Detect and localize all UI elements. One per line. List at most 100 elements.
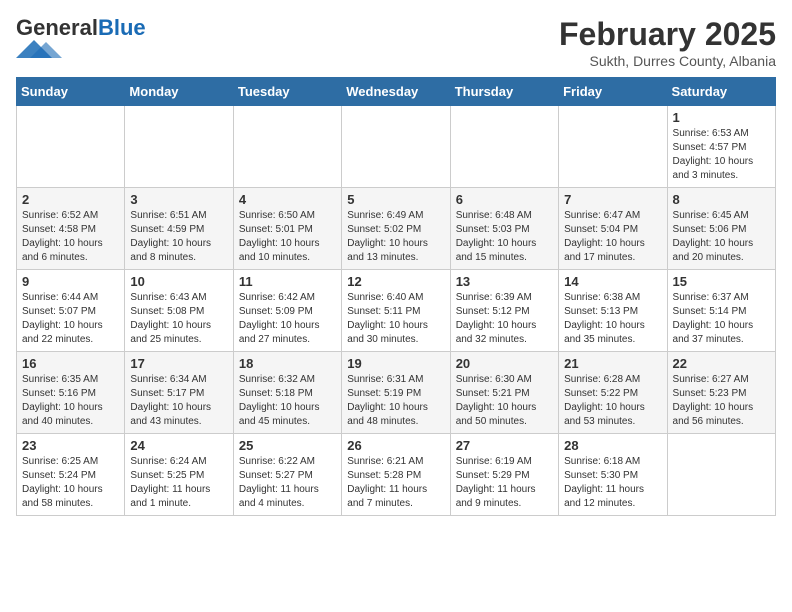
- calendar-cell: 12 Sunrise: 6:40 AM Sunset: 5:11 PM Dayli…: [342, 270, 450, 352]
- day-number: 12: [347, 274, 444, 289]
- day-header-thursday: Thursday: [450, 78, 558, 106]
- day-info: Sunrise: 6:27 AM Sunset: 5:23 PM Dayligh…: [673, 373, 770, 429]
- day-info: Sunrise: 6:21 AM Sunset: 5:28 PM Dayligh…: [347, 455, 444, 511]
- day-info: Sunrise: 6:22 AM Sunset: 5:27 PM Dayligh…: [239, 455, 336, 511]
- calendar-cell: 17 Sunrise: 6:34 AM Sunset: 5:17 PM Dayli…: [125, 352, 233, 434]
- day-number: 23: [22, 438, 119, 453]
- day-info: Sunrise: 6:28 AM Sunset: 5:22 PM Dayligh…: [564, 373, 661, 429]
- calendar-cell: 13Sunrise: 6:39 AM Sunset: 5:12 PM Dayli…: [450, 270, 558, 352]
- calendar-cell: 24 Sunrise: 6:24 AM Sunset: 5:25 PM Dayli…: [125, 434, 233, 516]
- day-header-friday: Friday: [559, 78, 667, 106]
- calendar-cell: [342, 106, 450, 188]
- day-info: Sunrise: 6:35 AM Sunset: 5:16 PM Dayligh…: [22, 373, 119, 429]
- day-number: 20: [456, 356, 553, 371]
- day-number: 28: [564, 438, 661, 453]
- day-info: Sunrise: 6:48 AM Sunset: 5:03 PM Dayligh…: [456, 209, 553, 265]
- day-number: 4: [239, 192, 336, 207]
- calendar-table: SundayMondayTuesdayWednesdayThursdayFrid…: [16, 77, 776, 516]
- calendar-cell: 20Sunrise: 6:30 AM Sunset: 5:21 PM Dayli…: [450, 352, 558, 434]
- calendar-week-row: 2 Sunrise: 6:52 AM Sunset: 4:58 PM Daylig…: [17, 188, 776, 270]
- calendar-cell: 11 Sunrise: 6:42 AM Sunset: 5:09 PM Dayli…: [233, 270, 341, 352]
- calendar-week-row: 23 Sunrise: 6:25 AM Sunset: 5:24 PM Dayli…: [17, 434, 776, 516]
- calendar-week-row: 1Sunrise: 6:53 AM Sunset: 4:57 PM Daylig…: [17, 106, 776, 188]
- day-number: 19: [347, 356, 444, 371]
- day-number: 27: [456, 438, 553, 453]
- day-number: 2: [22, 192, 119, 207]
- day-number: 7: [564, 192, 661, 207]
- calendar-cell: 6 Sunrise: 6:48 AM Sunset: 5:03 PM Daylig…: [450, 188, 558, 270]
- logo-icon: [16, 40, 86, 58]
- day-info: Sunrise: 6:34 AM Sunset: 5:17 PM Dayligh…: [130, 373, 227, 429]
- calendar-cell: [125, 106, 233, 188]
- calendar-cell: 16 Sunrise: 6:35 AM Sunset: 5:16 PM Dayli…: [17, 352, 125, 434]
- day-info: Sunrise: 6:25 AM Sunset: 5:24 PM Dayligh…: [22, 455, 119, 511]
- day-info: Sunrise: 6:32 AM Sunset: 5:18 PM Dayligh…: [239, 373, 336, 429]
- calendar-cell: [667, 434, 775, 516]
- day-number: 10: [130, 274, 227, 289]
- day-number: 13: [456, 274, 553, 289]
- day-number: 8: [673, 192, 770, 207]
- calendar-cell: 5 Sunrise: 6:49 AM Sunset: 5:02 PM Daylig…: [342, 188, 450, 270]
- day-info: Sunrise: 6:18 AM Sunset: 5:30 PM Dayligh…: [564, 455, 661, 511]
- calendar-cell: 2 Sunrise: 6:52 AM Sunset: 4:58 PM Daylig…: [17, 188, 125, 270]
- day-info: Sunrise: 6:38 AM Sunset: 5:13 PM Dayligh…: [564, 291, 661, 347]
- day-number: 24: [130, 438, 227, 453]
- calendar-cell: [450, 106, 558, 188]
- calendar-cell: 19 Sunrise: 6:31 AM Sunset: 5:19 PM Dayli…: [342, 352, 450, 434]
- day-info: Sunrise: 6:44 AM Sunset: 5:07 PM Dayligh…: [22, 291, 119, 347]
- calendar-cell: 25 Sunrise: 6:22 AM Sunset: 5:27 PM Dayli…: [233, 434, 341, 516]
- calendar-week-row: 9Sunrise: 6:44 AM Sunset: 5:07 PM Daylig…: [17, 270, 776, 352]
- day-number: 26: [347, 438, 444, 453]
- day-number: 14: [564, 274, 661, 289]
- calendar-cell: [17, 106, 125, 188]
- day-number: 17: [130, 356, 227, 371]
- day-number: 22: [673, 356, 770, 371]
- day-info: Sunrise: 6:24 AM Sunset: 5:25 PM Dayligh…: [130, 455, 227, 511]
- page-header: GeneralBlue February 2025 Sukth, Durres …: [16, 16, 776, 69]
- calendar-cell: 4Sunrise: 6:50 AM Sunset: 5:01 PM Daylig…: [233, 188, 341, 270]
- calendar-cell: 10 Sunrise: 6:43 AM Sunset: 5:08 PM Dayli…: [125, 270, 233, 352]
- calendar-subtitle: Sukth, Durres County, Albania: [559, 53, 776, 69]
- calendar-cell: 15 Sunrise: 6:37 AM Sunset: 5:14 PM Dayli…: [667, 270, 775, 352]
- day-info: Sunrise: 6:40 AM Sunset: 5:11 PM Dayligh…: [347, 291, 444, 347]
- day-info: Sunrise: 6:47 AM Sunset: 5:04 PM Dayligh…: [564, 209, 661, 265]
- day-info: Sunrise: 6:19 AM Sunset: 5:29 PM Dayligh…: [456, 455, 553, 511]
- day-info: Sunrise: 6:45 AM Sunset: 5:06 PM Dayligh…: [673, 209, 770, 265]
- calendar-cell: 21 Sunrise: 6:28 AM Sunset: 5:22 PM Dayli…: [559, 352, 667, 434]
- calendar-cell: 23 Sunrise: 6:25 AM Sunset: 5:24 PM Dayli…: [17, 434, 125, 516]
- logo: GeneralBlue: [16, 16, 146, 58]
- calendar-cell: 9Sunrise: 6:44 AM Sunset: 5:07 PM Daylig…: [17, 270, 125, 352]
- calendar-cell: 1Sunrise: 6:53 AM Sunset: 4:57 PM Daylig…: [667, 106, 775, 188]
- day-info: Sunrise: 6:49 AM Sunset: 5:02 PM Dayligh…: [347, 209, 444, 265]
- day-number: 1: [673, 110, 770, 125]
- day-number: 15: [673, 274, 770, 289]
- calendar-cell: [233, 106, 341, 188]
- day-number: 25: [239, 438, 336, 453]
- day-info: Sunrise: 6:37 AM Sunset: 5:14 PM Dayligh…: [673, 291, 770, 347]
- day-header-monday: Monday: [125, 78, 233, 106]
- calendar-cell: 8 Sunrise: 6:45 AM Sunset: 5:06 PM Daylig…: [667, 188, 775, 270]
- day-info: Sunrise: 6:51 AM Sunset: 4:59 PM Dayligh…: [130, 209, 227, 265]
- day-number: 16: [22, 356, 119, 371]
- calendar-cell: 14 Sunrise: 6:38 AM Sunset: 5:13 PM Dayli…: [559, 270, 667, 352]
- logo-general: General: [16, 15, 98, 40]
- day-info: Sunrise: 6:52 AM Sunset: 4:58 PM Dayligh…: [22, 209, 119, 265]
- day-number: 11: [239, 274, 336, 289]
- day-info: Sunrise: 6:42 AM Sunset: 5:09 PM Dayligh…: [239, 291, 336, 347]
- calendar-cell: 3 Sunrise: 6:51 AM Sunset: 4:59 PM Daylig…: [125, 188, 233, 270]
- calendar-cell: 7 Sunrise: 6:47 AM Sunset: 5:04 PM Daylig…: [559, 188, 667, 270]
- calendar-cell: 26 Sunrise: 6:21 AM Sunset: 5:28 PM Dayli…: [342, 434, 450, 516]
- day-info: Sunrise: 6:31 AM Sunset: 5:19 PM Dayligh…: [347, 373, 444, 429]
- calendar-cell: 22 Sunrise: 6:27 AM Sunset: 5:23 PM Dayli…: [667, 352, 775, 434]
- day-number: 6: [456, 192, 553, 207]
- day-header-saturday: Saturday: [667, 78, 775, 106]
- day-header-sunday: Sunday: [17, 78, 125, 106]
- calendar-cell: 28 Sunrise: 6:18 AM Sunset: 5:30 PM Dayli…: [559, 434, 667, 516]
- day-number: 3: [130, 192, 227, 207]
- day-header-wednesday: Wednesday: [342, 78, 450, 106]
- day-info: Sunrise: 6:43 AM Sunset: 5:08 PM Dayligh…: [130, 291, 227, 347]
- calendar-week-row: 16 Sunrise: 6:35 AM Sunset: 5:16 PM Dayli…: [17, 352, 776, 434]
- day-number: 21: [564, 356, 661, 371]
- day-number: 5: [347, 192, 444, 207]
- calendar-title: February 2025: [559, 16, 776, 53]
